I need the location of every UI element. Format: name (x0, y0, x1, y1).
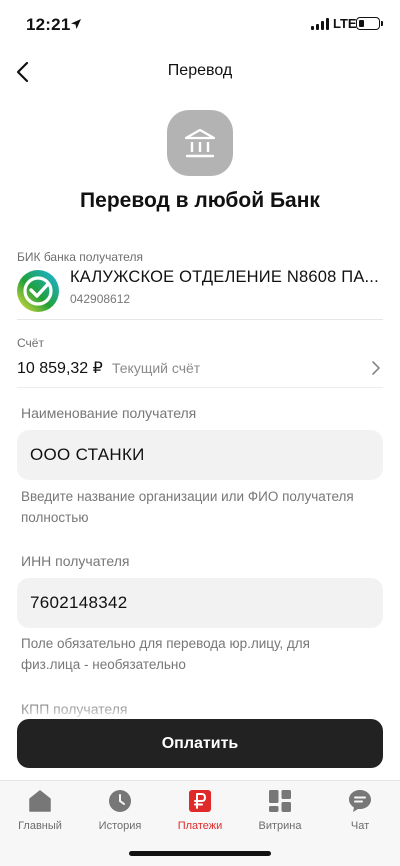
bik-code: 042908612 (70, 292, 131, 306)
bank-building-icon (167, 110, 233, 176)
divider (17, 319, 383, 320)
ruble-icon (189, 790, 211, 812)
bik-label: БИК банка получателя (17, 250, 143, 264)
tab-label: Главный (18, 820, 62, 832)
account-type: Текущий счёт (112, 360, 201, 376)
account-balance: 10 859,32 ₽ (17, 360, 103, 377)
tab-label: Витрина (258, 820, 302, 832)
tab-chat[interactable]: Чат (320, 787, 400, 837)
signal-icon (311, 18, 329, 30)
location-arrow-icon (71, 19, 81, 29)
kpp-label: КПП получателя (21, 701, 128, 717)
status-time: 12:21 (26, 15, 71, 34)
battery-icon (356, 17, 383, 30)
account-selector[interactable]: 10 859,32 ₽ Текущий счёт (17, 356, 383, 382)
home-indicator (129, 851, 271, 856)
chat-icon (349, 790, 371, 812)
grid-icon (269, 790, 291, 812)
sberbank-logo-icon (17, 270, 59, 312)
tab-label: Платежи (177, 820, 223, 832)
divider (17, 387, 383, 388)
tab-showcase[interactable]: Витрина (240, 787, 320, 837)
inn-value: 7602148342 (30, 593, 128, 612)
pay-button[interactable]: Оплатить (17, 719, 383, 768)
tab-payments[interactable]: Платежи (160, 787, 240, 837)
inn-label: ИНН получателя (21, 553, 130, 569)
navigation-bar: Перевод (0, 50, 400, 94)
tab-label: Чат (350, 820, 370, 832)
recipient-name-label: Наименование получателя (21, 405, 197, 421)
status-bar: 12:21 LTE (0, 0, 400, 50)
recipient-name-value: ООО СТАНКИ (30, 445, 145, 464)
chevron-right-icon (372, 361, 380, 375)
bank-name: КАЛУЖСКОЕ ОТДЕЛЕНИЕ N8608 ПА... (70, 268, 379, 286)
network-type: LTE (333, 16, 357, 31)
nav-title: Перевод (167, 62, 233, 79)
page-title: Перевод в любой Банк (80, 189, 320, 212)
tab-home[interactable]: Главный (0, 787, 80, 837)
clock-icon (109, 790, 131, 812)
inn-input[interactable]: 7602148342 (17, 578, 383, 628)
recipient-name-input[interactable]: ООО СТАНКИ (17, 430, 383, 480)
home-icon (29, 790, 51, 812)
recipient-name-hint: Введите название организации или ФИО пол… (21, 489, 354, 525)
tab-history[interactable]: История (80, 787, 160, 837)
account-label: Счёт (17, 336, 44, 350)
inn-hint: Поле обязательно для перевода юр.лицу, д… (21, 636, 310, 672)
tab-label: История (98, 820, 142, 832)
